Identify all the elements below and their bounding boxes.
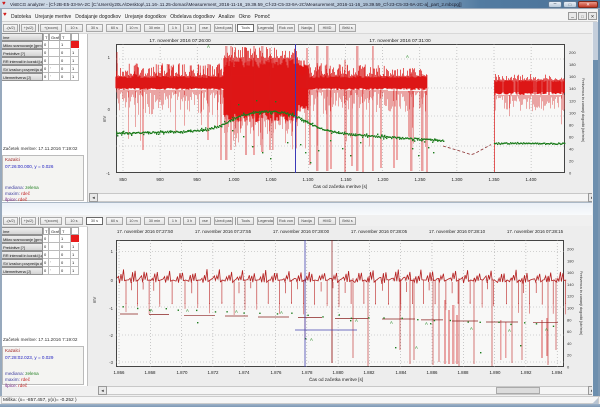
svg-text:A: A (470, 326, 473, 331)
svg-text:Frekvenca in zunanji dogodki [: Frekvenca in zunanji dogodki [utr/min] (579, 271, 583, 335)
svg-text:17. november 2016 07:26:00: 17. november 2016 07:26:00 (149, 38, 211, 44)
svg-text:17. november 2016 07:31:00: 17. november 2016 07:31:00 (369, 38, 431, 44)
svg-text:17. november 2016 07:27:50: 17. november 2016 07:27:50 (117, 229, 174, 234)
svg-text:1.000: 1.000 (229, 177, 241, 182)
svg-text:17. november 2016 07:28:00: 17. november 2016 07:28:00 (273, 229, 330, 234)
svg-text:A: A (406, 54, 409, 59)
svg-text:1.100: 1.100 (303, 177, 315, 182)
svg-text:1.880: 1.880 (333, 370, 345, 375)
svg-text:A: A (280, 310, 283, 315)
svg-text:1.888: 1.888 (458, 370, 470, 375)
svg-text:200: 200 (569, 50, 576, 55)
svg-text:A: A (545, 327, 548, 332)
svg-text:120: 120 (569, 98, 576, 103)
svg-text:1.870: 1.870 (177, 370, 189, 375)
svg-text:A: A (355, 318, 358, 323)
svg-text:1.894: 1.894 (552, 370, 564, 375)
svg-text:40: 40 (567, 341, 572, 346)
svg-text:A: A (150, 308, 153, 313)
svg-text:1.892: 1.892 (521, 370, 533, 375)
svg-text:20: 20 (569, 159, 574, 164)
svg-text:A: A (235, 309, 238, 314)
svg-text:1.400: 1.400 (526, 177, 538, 182)
svg-text:A: A (186, 308, 189, 313)
svg-text:1.884: 1.884 (396, 370, 408, 375)
svg-text:80: 80 (567, 317, 572, 322)
svg-text:850: 850 (119, 177, 127, 182)
svg-text:1.874: 1.874 (239, 370, 251, 375)
svg-text:100: 100 (569, 110, 576, 115)
svg-text:A: A (415, 345, 418, 350)
svg-text:1.200: 1.200 (378, 177, 390, 182)
svg-text:A: A (390, 320, 393, 325)
svg-text:Frekvenca in zunanji dogodki [: Frekvenca in zunanji dogodki [utr/min] (581, 78, 585, 142)
svg-text:1.300: 1.300 (452, 177, 464, 182)
svg-text:20: 20 (567, 353, 572, 358)
svg-text:1.150: 1.150 (341, 177, 353, 182)
svg-text:17. november 2016 07:28:10: 17. november 2016 07:28:10 (429, 229, 486, 234)
svg-text:140: 140 (567, 282, 574, 287)
svg-text:mV: mV (102, 116, 107, 123)
svg-text:A: A (310, 337, 313, 342)
svg-text:1.050: 1.050 (266, 177, 278, 182)
svg-text:A: A (425, 321, 428, 326)
svg-text:A: A (207, 44, 210, 49)
svg-text:180: 180 (567, 258, 574, 263)
svg-text:60: 60 (567, 329, 572, 334)
svg-text:160: 160 (567, 270, 574, 275)
svg-text:mV: mV (92, 297, 97, 304)
svg-text:1.882: 1.882 (364, 370, 376, 375)
svg-text:180: 180 (569, 62, 576, 67)
svg-text:17. november 2016 07:28:05: 17. november 2016 07:28:05 (351, 229, 408, 234)
svg-text:1.872: 1.872 (208, 370, 220, 375)
svg-text:Čas od začetka meritve [s]: Čas od začetka meritve [s] (313, 183, 367, 189)
svg-text:80: 80 (569, 122, 574, 127)
svg-text:1.250: 1.250 (415, 177, 427, 182)
svg-text:1.350: 1.350 (489, 177, 501, 182)
svg-text:900: 900 (156, 177, 164, 182)
svg-text:1.890: 1.890 (490, 370, 502, 375)
svg-text:1.878: 1.878 (302, 370, 314, 375)
svg-text:1.866: 1.866 (114, 370, 126, 375)
svg-text:200: 200 (567, 247, 574, 252)
svg-text:160: 160 (569, 74, 576, 79)
svg-text:17. november 2016 07:27:55: 17. november 2016 07:27:55 (195, 229, 252, 234)
svg-text:1.876: 1.876 (271, 370, 283, 375)
svg-text:1.886: 1.886 (427, 370, 439, 375)
svg-text:1.868: 1.868 (145, 370, 157, 375)
svg-text:60: 60 (569, 134, 574, 139)
svg-text:140: 140 (569, 86, 576, 91)
svg-text:A: A (508, 328, 511, 333)
svg-text:Čas od začetka meritve [s]: Čas od začetka meritve [s] (309, 376, 363, 382)
svg-text:40: 40 (569, 146, 574, 151)
svg-text:17. november 2016 07:28:15: 17. november 2016 07:28:15 (507, 229, 564, 234)
svg-text:100: 100 (567, 306, 574, 311)
svg-text:120: 120 (567, 294, 574, 299)
svg-text:950: 950 (193, 177, 201, 182)
